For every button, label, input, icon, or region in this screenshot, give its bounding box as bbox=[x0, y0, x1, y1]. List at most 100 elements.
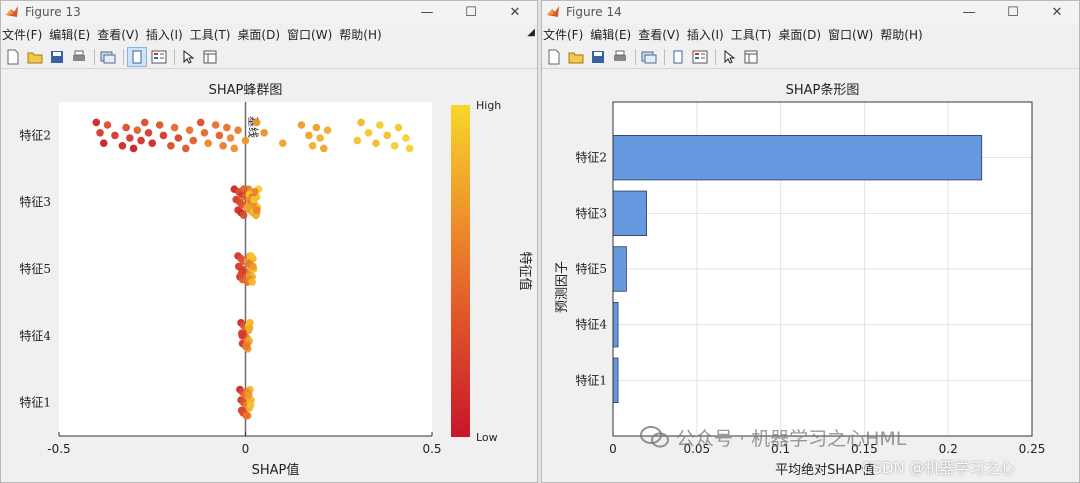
swarm-point bbox=[245, 324, 254, 332]
x-tick-label: 0.5 bbox=[422, 442, 441, 456]
window-title: Figure 13 bbox=[25, 5, 81, 19]
menu-help[interactable]: 帮助(H) bbox=[338, 26, 385, 43]
menu-window[interactable]: 窗口(W) bbox=[286, 26, 336, 43]
toggle-plot-icon[interactable] bbox=[127, 46, 147, 67]
print-icon[interactable] bbox=[610, 47, 630, 67]
dock-arrow-icon[interactable]: ◢ bbox=[527, 27, 535, 38]
y-axis-label: 预测因子 bbox=[555, 261, 570, 313]
swarm-point bbox=[140, 118, 149, 127]
y-tick-label: 特征3 bbox=[575, 205, 607, 220]
bar-chart: SHAP条形图特征2特征3特征5特征4特征10 0.05 0.1 0.15 0.2 0.2… bbox=[555, 82, 1045, 478]
y-tick-label: 特征2 bbox=[575, 150, 607, 165]
save-icon[interactable] bbox=[588, 47, 608, 67]
insert-legend-icon[interactable] bbox=[690, 47, 710, 67]
colorbar-low-label: Low bbox=[476, 431, 498, 444]
swarm-point bbox=[353, 136, 362, 145]
new-figure-icon[interactable] bbox=[3, 47, 23, 67]
menu-file[interactable]: 文件(F) bbox=[542, 26, 587, 43]
swarm-point bbox=[364, 129, 373, 137]
menu-tools[interactable]: 工具(T) bbox=[730, 26, 776, 43]
toggle-plot-icon[interactable] bbox=[668, 47, 688, 67]
swarm-point bbox=[133, 126, 142, 134]
menu-view[interactable]: 查看(V) bbox=[96, 26, 143, 43]
minimize-icon[interactable]: — bbox=[947, 1, 991, 23]
insert-legend-icon[interactable] bbox=[149, 47, 169, 67]
swarm-point bbox=[204, 139, 212, 147]
new-figure-icon[interactable] bbox=[544, 47, 564, 67]
colorbar-high-label: High bbox=[476, 99, 501, 112]
swarm-point bbox=[96, 129, 104, 137]
swarm-point bbox=[182, 144, 190, 153]
swarm-point bbox=[305, 131, 313, 140]
menu-tools[interactable]: 工具(T) bbox=[189, 26, 235, 43]
swarm-point bbox=[323, 126, 332, 134]
link-icon[interactable] bbox=[98, 47, 118, 67]
save-icon[interactable] bbox=[47, 47, 67, 67]
swarm-point bbox=[248, 278, 257, 286]
swarm-point bbox=[245, 391, 253, 399]
menu-edit[interactable]: 编辑(E) bbox=[48, 26, 94, 43]
link-icon[interactable] bbox=[639, 47, 659, 67]
x-tick-label: 0.2 bbox=[939, 442, 958, 456]
toolbar-separator bbox=[635, 48, 636, 65]
swarm-point bbox=[211, 121, 220, 129]
swarm-point bbox=[144, 129, 153, 137]
property-editor-icon[interactable] bbox=[741, 47, 761, 67]
title-bar[interactable]: Figure 14 — ☐ ✕ bbox=[542, 1, 1079, 23]
minimize-icon[interactable]: — bbox=[405, 1, 449, 23]
y-tick-label: 特征1 bbox=[19, 395, 51, 410]
bar bbox=[612, 246, 627, 292]
swarm-point bbox=[249, 195, 258, 204]
menu-bar: 文件(F) 编辑(E) 查看(V) 插入(I) 工具(T) 桌面(D) 窗口(W… bbox=[1, 23, 537, 45]
figure-window-left: Figure 13 — ☐ ✕ 文件(F) 编辑(E) 查看(V) 插入(I) … bbox=[0, 0, 538, 483]
menu-window[interactable]: 窗口(W) bbox=[827, 26, 877, 43]
swarm-point bbox=[252, 206, 261, 214]
swarm-point bbox=[320, 144, 328, 153]
menu-desktop[interactable]: 桌面(D) bbox=[236, 26, 284, 43]
menu-edit[interactable]: 编辑(E) bbox=[589, 26, 635, 43]
close-icon[interactable]: ✕ bbox=[493, 1, 537, 23]
menu-insert[interactable]: 插入(I) bbox=[686, 26, 728, 43]
title-bar[interactable]: Figure 13 — ☐ ✕ bbox=[1, 1, 537, 23]
pointer-icon[interactable] bbox=[178, 47, 198, 67]
swarm-point bbox=[92, 118, 101, 127]
colorbar-label: 特征值 bbox=[517, 251, 533, 290]
colorbar bbox=[451, 105, 470, 437]
property-editor-icon[interactable] bbox=[200, 47, 220, 67]
swarm-point bbox=[137, 136, 145, 145]
open-file-icon[interactable] bbox=[566, 47, 586, 67]
swarm-point bbox=[375, 121, 384, 129]
y-tick-label: 特征3 bbox=[19, 194, 51, 209]
swarm-point bbox=[223, 123, 231, 132]
menu-insert[interactable]: 插入(I) bbox=[145, 26, 187, 43]
print-icon[interactable] bbox=[69, 47, 89, 67]
swarm-point bbox=[159, 131, 168, 140]
swarm-point bbox=[242, 342, 251, 351]
menu-file[interactable]: 文件(F) bbox=[1, 26, 46, 43]
swarm-point bbox=[239, 185, 248, 193]
swarm-point bbox=[167, 142, 175, 150]
swarm-point bbox=[279, 139, 287, 147]
menu-help[interactable]: 帮助(H) bbox=[879, 26, 926, 43]
bar bbox=[612, 301, 619, 348]
maximize-icon[interactable]: ☐ bbox=[449, 1, 493, 23]
swarm-point bbox=[200, 129, 209, 137]
open-file-icon[interactable] bbox=[25, 47, 45, 67]
swarm-point bbox=[312, 123, 321, 132]
swarm-point bbox=[238, 332, 246, 340]
swarm-point bbox=[247, 252, 255, 260]
watermark-sub: CSDN @机器学习之心 bbox=[862, 459, 1015, 477]
menu-desktop[interactable]: 桌面(D) bbox=[777, 26, 825, 43]
swarm-point bbox=[316, 134, 324, 142]
toolbar-separator bbox=[123, 48, 124, 65]
matlab-logo-icon bbox=[5, 5, 19, 19]
menu-bar: 文件(F) 编辑(E) 查看(V) 插入(I) 工具(T) 桌面(D) 窗口(W… bbox=[542, 23, 1079, 45]
pointer-icon[interactable] bbox=[719, 47, 739, 67]
swarm-point bbox=[155, 121, 164, 129]
wechat-icon bbox=[640, 425, 670, 454]
swarm-point bbox=[196, 118, 205, 127]
close-icon[interactable]: ✕ bbox=[1035, 1, 1079, 23]
menu-view[interactable]: 查看(V) bbox=[637, 26, 684, 43]
maximize-icon[interactable]: ☐ bbox=[991, 1, 1035, 23]
swarm-point bbox=[230, 144, 239, 153]
